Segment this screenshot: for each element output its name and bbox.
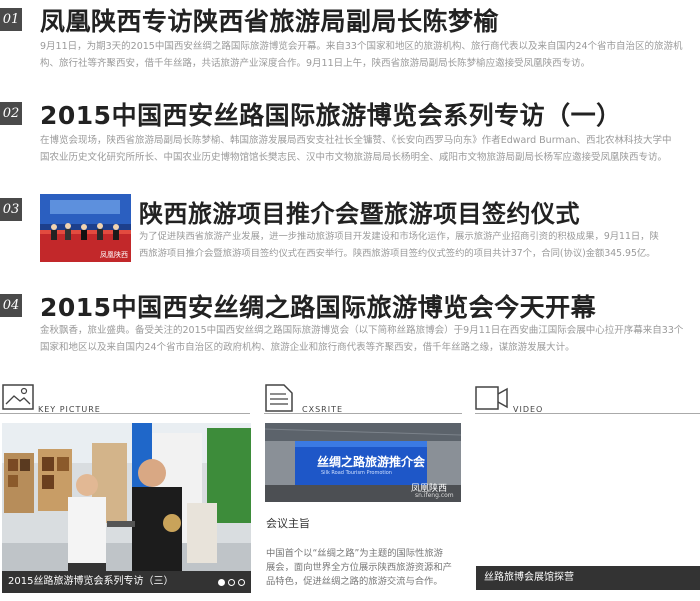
screen-title: 丝绸之路旅游推介会 bbox=[317, 455, 426, 469]
news-number: 03 bbox=[0, 198, 22, 221]
news-title[interactable]: 2015中国西安丝绸之路国际旅游博览会今天开幕 bbox=[40, 288, 596, 324]
news-item: 03 凤凰陕西 陕西旅游项目推介会暨旅游项目签约仪式 为了促进陕西省旅游产业发展… bbox=[0, 194, 700, 266]
slide-dots bbox=[218, 579, 245, 586]
news-thumbnail[interactable]: 凤凰陕西 bbox=[40, 194, 131, 262]
slide-caption-bar: 2015丝路旅游博览会系列专访（三） bbox=[2, 571, 251, 593]
document-icon bbox=[265, 384, 293, 412]
news-summary: 金秋飘香，旅业盛典。备受关注的2015中国西安丝绸之路国际旅游博览会（以下简称丝… bbox=[40, 325, 684, 353]
cxsrite-header: CXSRITE bbox=[264, 382, 464, 416]
slide-dot[interactable] bbox=[218, 579, 225, 586]
news-item: 02 2015中国西安丝路国际旅游博览会系列专访（一） 在博览会现场，陕西省旅游… bbox=[0, 96, 700, 172]
picture-icon bbox=[2, 384, 34, 410]
news-number: 02 bbox=[0, 102, 22, 125]
photo-watermark: 凤凰陕西 bbox=[100, 251, 128, 259]
photo-watermark-url: sn.ifeng.com bbox=[415, 492, 454, 499]
slide-caption[interactable]: 2015丝路旅游博览会系列专访（三） bbox=[8, 576, 173, 587]
screen-subtitle: Silk Road Tourism Promotion bbox=[321, 470, 392, 476]
news-summary: 在博览会现场，陕西省旅游局副局长陈梦榆、韩国旅游发展局西安支社社长全镛赞、《长安… bbox=[40, 135, 672, 163]
news-number: 01 bbox=[0, 8, 22, 31]
news-summary: 9月11日，为期3天的2015中国西安丝绸之路国际旅游博览会开幕。来自33个国家… bbox=[40, 41, 683, 69]
news-summary: 为了促进陕西省旅游产业发展，进一步推动旅游项目开发建设和市场化运作，展示旅游产业… bbox=[139, 231, 659, 259]
news-title[interactable]: 陕西旅游项目推介会暨旅游项目签约仪式 bbox=[139, 194, 580, 229]
news-title[interactable]: 2015中国西安丝路国际旅游博览会系列专访（一） bbox=[40, 96, 622, 132]
cxsrite-heading[interactable]: 会议主旨 bbox=[266, 515, 310, 531]
video-camera-icon bbox=[475, 386, 508, 410]
slide-dot[interactable] bbox=[228, 579, 235, 586]
key-picture-slide[interactable]: 2015丝路旅游博览会系列专访（三） bbox=[2, 423, 251, 593]
news-number: 04 bbox=[0, 294, 22, 317]
video-caption[interactable]: 丝路旅博会展馆探营 bbox=[484, 572, 574, 583]
expo-interview-photo bbox=[2, 423, 251, 593]
news-item: 01 凤凰陕西专访陕西省旅游局副局长陈梦榆 9月11日，为期3天的2015中国西… bbox=[0, 0, 700, 76]
key-picture-header: KEY PICTURE bbox=[0, 382, 252, 416]
video-header: VIDEO bbox=[475, 382, 700, 416]
cxsrite-photo[interactable]: 丝绸之路旅游推介会 Silk Road Tourism Promotion 凤凰… bbox=[265, 423, 461, 502]
slide-dot[interactable] bbox=[238, 579, 245, 586]
news-item: 04 2015中国西安丝绸之路国际旅游博览会今天开幕 金秋飘香，旅业盛典。备受关… bbox=[0, 290, 700, 362]
video-caption-bar[interactable]: 丝路旅博会展馆探营 bbox=[476, 566, 700, 590]
cxsrite-summary: 中国首个以“丝绸之路”为主题的国际性旅游 展会，面向世界全方位展示陕西旅游资源和… bbox=[266, 548, 452, 587]
news-title[interactable]: 凤凰陕西专访陕西省旅游局副局长陈梦榆 bbox=[40, 2, 499, 38]
